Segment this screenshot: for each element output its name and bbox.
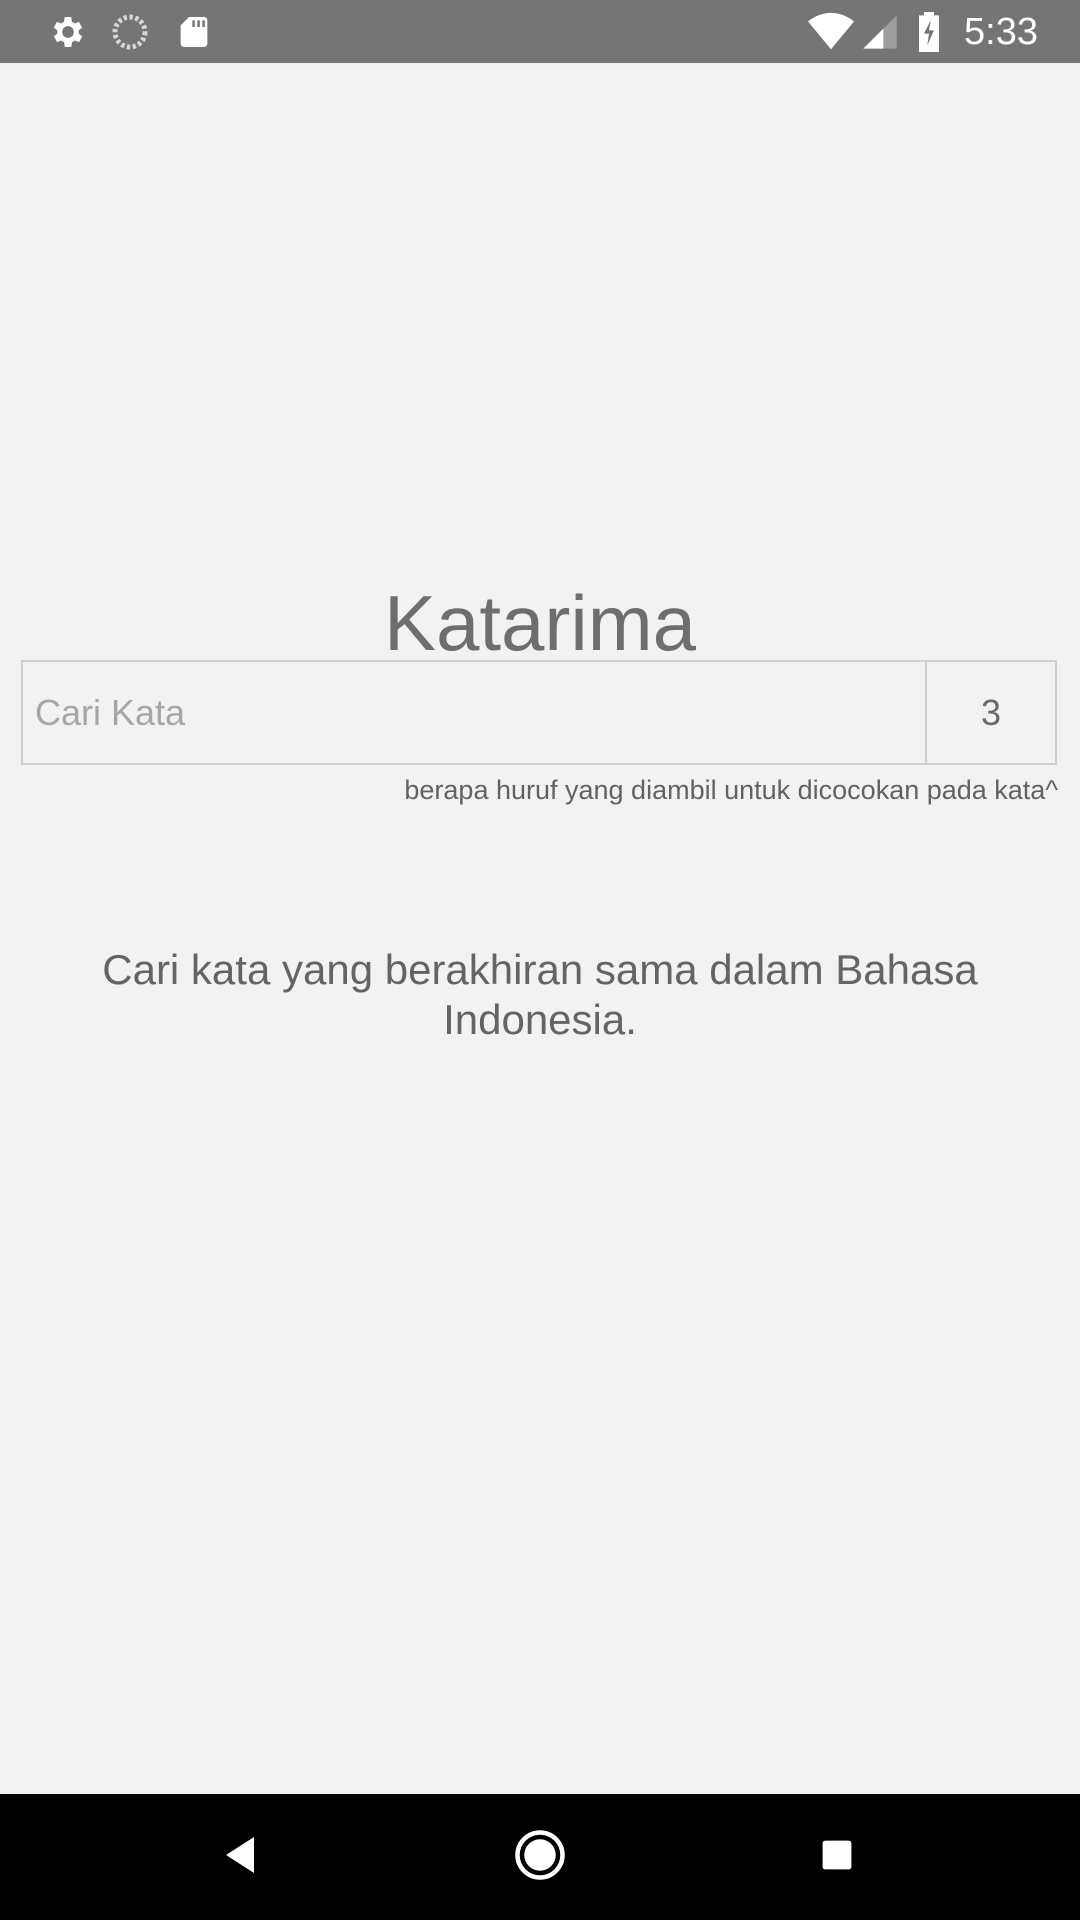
letter-count-hint: berapa huruf yang diambil untuk dicocoka… [404,775,1058,805]
home-button[interactable] [508,1825,572,1889]
navigation-bar [0,1794,1080,1920]
sync-icon [110,12,150,52]
search-row: 3 [21,660,1057,765]
gear-icon [48,12,88,52]
app-description: Cari kata yang berakhiran sama dalam Bah… [102,946,978,1043]
wifi-icon [808,12,854,52]
status-time: 5:33 [964,11,1038,53]
signal-icon [860,12,900,52]
app-body: Katarima [0,63,1080,1794]
sd-card-icon [174,12,214,52]
battery-charging-icon [914,12,944,52]
letter-count-field[interactable]: 3 [925,662,1055,763]
recents-button[interactable] [805,1825,869,1889]
letter-count-value: 3 [980,691,1002,733]
back-button[interactable] [208,1825,272,1889]
recents-icon [819,1837,855,1878]
app-title: Katarima [383,579,697,667]
status-bar: 5:33 [0,0,1080,63]
back-icon [222,1835,258,1880]
search-input[interactable] [23,662,925,763]
home-icon [513,1828,567,1887]
